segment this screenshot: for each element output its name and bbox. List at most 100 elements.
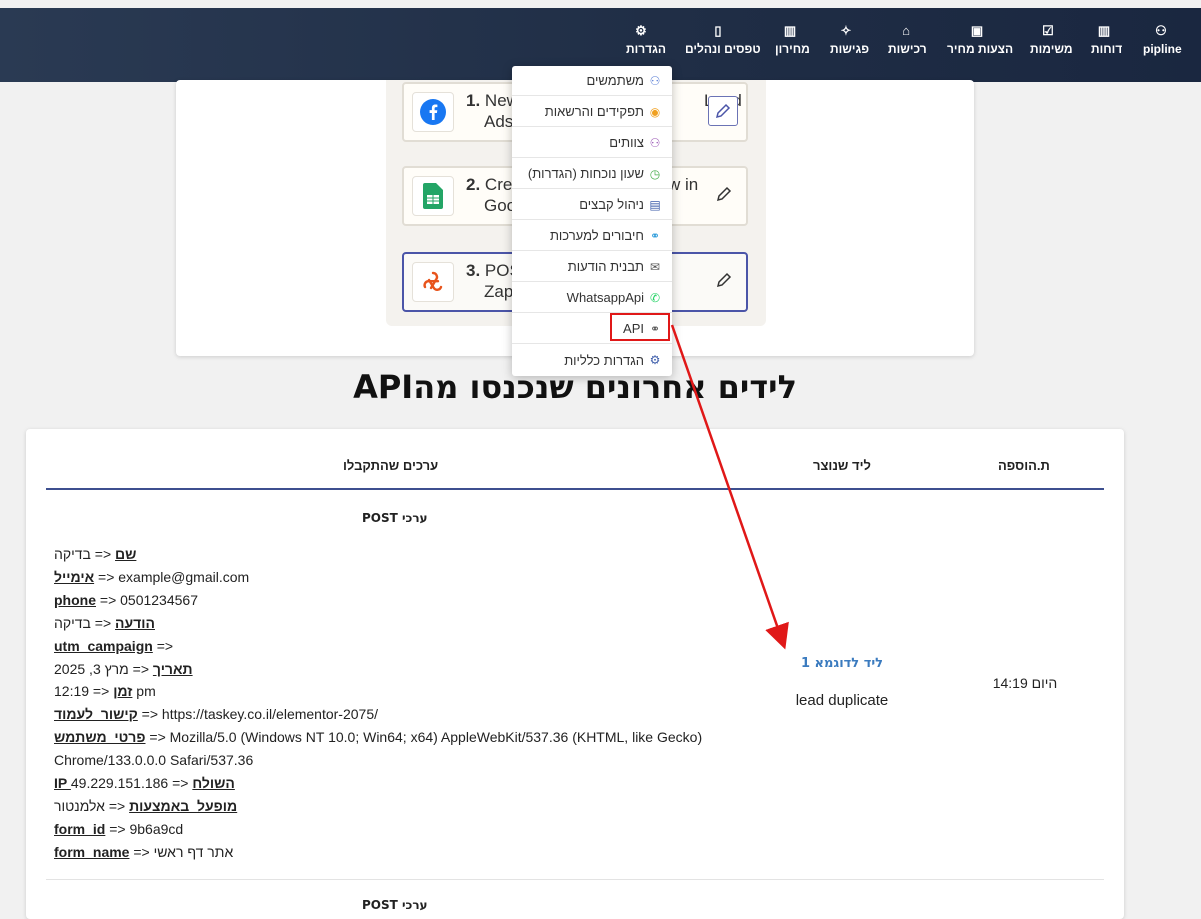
- lead-status: lead duplicate: [795, 692, 889, 709]
- table-row-divider: [46, 879, 1104, 880]
- team-icon: ⚇: [649, 135, 661, 150]
- post-value-row: תאריך <= מרץ 3, 2025: [54, 661, 193, 677]
- nav-item-0[interactable]: ⚇ pipline: [1143, 22, 1182, 62]
- file-icon: ▤: [649, 197, 661, 212]
- post-value-row: utm_campaign =>: [54, 638, 173, 654]
- post-value-row: form_id => 9b6a9cd: [54, 821, 183, 837]
- post-value-key: תאריך: [152, 660, 193, 677]
- pipeline-icon: ⚇: [1155, 23, 1167, 38]
- handshake-icon: ✧: [840, 23, 852, 38]
- post-value-val: <= מרץ 3, 2025: [54, 660, 153, 677]
- gear-icon: ⚙: [635, 23, 647, 38]
- post-value-row: שם <= בדיקה: [54, 546, 136, 562]
- post-value-val: <= 49.229.151.186: [70, 775, 193, 791]
- post-value-val: => Mozilla/5.0 (Windows NT 10.0; Win64; …: [145, 729, 703, 746]
- post-value-key: הודעה: [115, 614, 155, 631]
- dropdown-item-label: משתמשים: [586, 73, 644, 88]
- post-value-row: form_name => אתר דף ראשי: [54, 844, 233, 860]
- post-value-key: שם: [115, 546, 137, 562]
- dropdown-item-label: חיבורים למערכות: [549, 228, 644, 243]
- dropdown-item-label: ניהול קבצים: [579, 197, 644, 212]
- eye-icon: ◉: [649, 104, 661, 119]
- barcode-icon: ▥: [783, 23, 797, 38]
- nav-item-8[interactable]: ⚙ הגדרות: [626, 22, 666, 62]
- column-header-added: ת.הוספה: [998, 458, 1050, 473]
- nav-item-3[interactable]: ▣ הצעות מחיר: [947, 22, 1013, 62]
- google-sheets-icon: [412, 176, 454, 216]
- post-value-row: קישור_לעמוד => https://taskey.co.il/elem…: [54, 706, 378, 722]
- users-icon: ⚇: [649, 73, 661, 88]
- nav-item-label: דוחות: [1091, 42, 1123, 56]
- dropdown-item-label: צוותים: [609, 135, 644, 150]
- dropdown-item-label: תבנית הודעות: [567, 259, 644, 274]
- column-header-values: ערכים שהתקבלו: [343, 458, 439, 473]
- nav-item-label: משימות: [1030, 42, 1073, 56]
- book-icon: ▯: [714, 23, 722, 38]
- checkbox-icon: ☑: [1042, 23, 1054, 38]
- envelope-icon: ✉: [649, 259, 661, 274]
- post-value-row: זמן <= 12:19 pm: [54, 683, 156, 699]
- zap-step-text-end: w in: [668, 175, 699, 194]
- dropdown-item-label: שעון נוכחות (הגדרות): [527, 166, 644, 181]
- zap-step-text: 1. New: [466, 91, 519, 110]
- post-value-key: אימייל: [54, 568, 95, 585]
- post-value-val: => 9b6a9cd: [105, 820, 184, 837]
- dropdown-item-9[interactable]: הגדרות כלליות ⚙: [512, 345, 672, 375]
- dropdown-item-label: WhatsappApi: [566, 290, 644, 305]
- zap-step-text: 2. Cre: [466, 175, 513, 194]
- post-value-val: => https://taskey.co.il/elementor-2075/: [137, 706, 378, 723]
- post-value-val: Chrome/133.0.0.0 Safari/537.36: [54, 752, 254, 769]
- column-header-lead: ליד שנוצר: [813, 458, 871, 473]
- zap-step-text-line2: Zap: [484, 282, 514, 301]
- nav-item-6[interactable]: ▥ מחירון: [775, 22, 810, 62]
- dropdown-item-5[interactable]: חיבורים למערכות ⚭: [512, 221, 672, 251]
- post-value-key: פרטי_משתמש: [54, 729, 146, 746]
- added-time: היום 14:19: [992, 675, 1058, 691]
- link-icon: ⚭: [649, 228, 661, 243]
- lead-link[interactable]: ליד לדוגמא 1: [790, 656, 894, 671]
- webhook-icon: [412, 262, 454, 302]
- table-header-divider: [46, 488, 1104, 490]
- post-value-row: Chrome/133.0.0.0 Safari/537.36: [54, 752, 253, 768]
- dropdown-item-label: תפקידים והרשאות: [544, 104, 644, 119]
- pencil-icon[interactable]: [708, 96, 738, 126]
- bar-chart-icon: ▥: [1097, 23, 1111, 38]
- dropdown-item-6[interactable]: תבנית הודעות ✉: [512, 252, 672, 282]
- pencil-icon[interactable]: [710, 180, 738, 208]
- nav-item-2[interactable]: ☑ משימות: [1030, 22, 1073, 62]
- post-value-key: phone: [54, 591, 96, 608]
- nav-item-label: טפסים ונהלים: [685, 42, 761, 56]
- facebook-icon: [412, 92, 454, 132]
- dropdown-item-3[interactable]: שעון נוכחות (הגדרות) ◷: [512, 159, 672, 189]
- post-value-row: IP השולח <= 49.229.151.186: [54, 775, 235, 791]
- nav-item-1[interactable]: ▥ דוחות: [1091, 22, 1123, 62]
- post-value-row: מופעל_באמצעות <= אלמנטור: [54, 798, 237, 814]
- post-value-val: => אתר דף ראשי: [129, 843, 234, 860]
- post-value-key: form_name: [54, 843, 130, 860]
- nav-item-5[interactable]: ✧ פגישות: [830, 22, 870, 62]
- post-value-val: => example@gmail.com: [94, 568, 250, 585]
- dropdown-item-4[interactable]: ניהול קבצים ▤: [512, 190, 672, 220]
- dropdown-item-1[interactable]: תפקידים והרשאות ◉: [512, 97, 672, 127]
- pencil-icon[interactable]: [710, 266, 738, 294]
- document-icon: ▣: [970, 23, 984, 38]
- post-value-key: קישור_לעמוד: [54, 706, 138, 723]
- nav-item-label: פגישות: [830, 42, 870, 56]
- gear-icon: ⚙: [649, 353, 661, 367]
- dropdown-item-2[interactable]: צוותים ⚇: [512, 128, 672, 158]
- nav-item-label: רכישות: [888, 42, 927, 56]
- post-values-title: ערכי POST: [362, 511, 428, 525]
- nav-item-4[interactable]: ⌂ רכישות: [888, 22, 927, 62]
- post-value-row: הודעה <= בדיקה: [54, 615, 155, 631]
- post-value-key: form_id: [54, 820, 106, 837]
- whatsapp-icon: ✆: [649, 290, 661, 305]
- post-value-val: <= 12:19 pm: [54, 683, 156, 700]
- dropdown-item-0[interactable]: משתמשים ⚇: [512, 66, 672, 96]
- clock-icon: ◷: [649, 166, 661, 181]
- post-value-val: =>: [152, 637, 174, 654]
- post-value-row: phone => 0501234567: [54, 592, 198, 608]
- nav-item-7[interactable]: ▯ טפסים ונהלים: [685, 22, 761, 62]
- post-value-val: <= אלמנטור: [54, 797, 130, 814]
- zap-step-text-line2: Ads: [484, 112, 514, 131]
- dropdown-item-7[interactable]: WhatsappApi ✆: [512, 283, 672, 313]
